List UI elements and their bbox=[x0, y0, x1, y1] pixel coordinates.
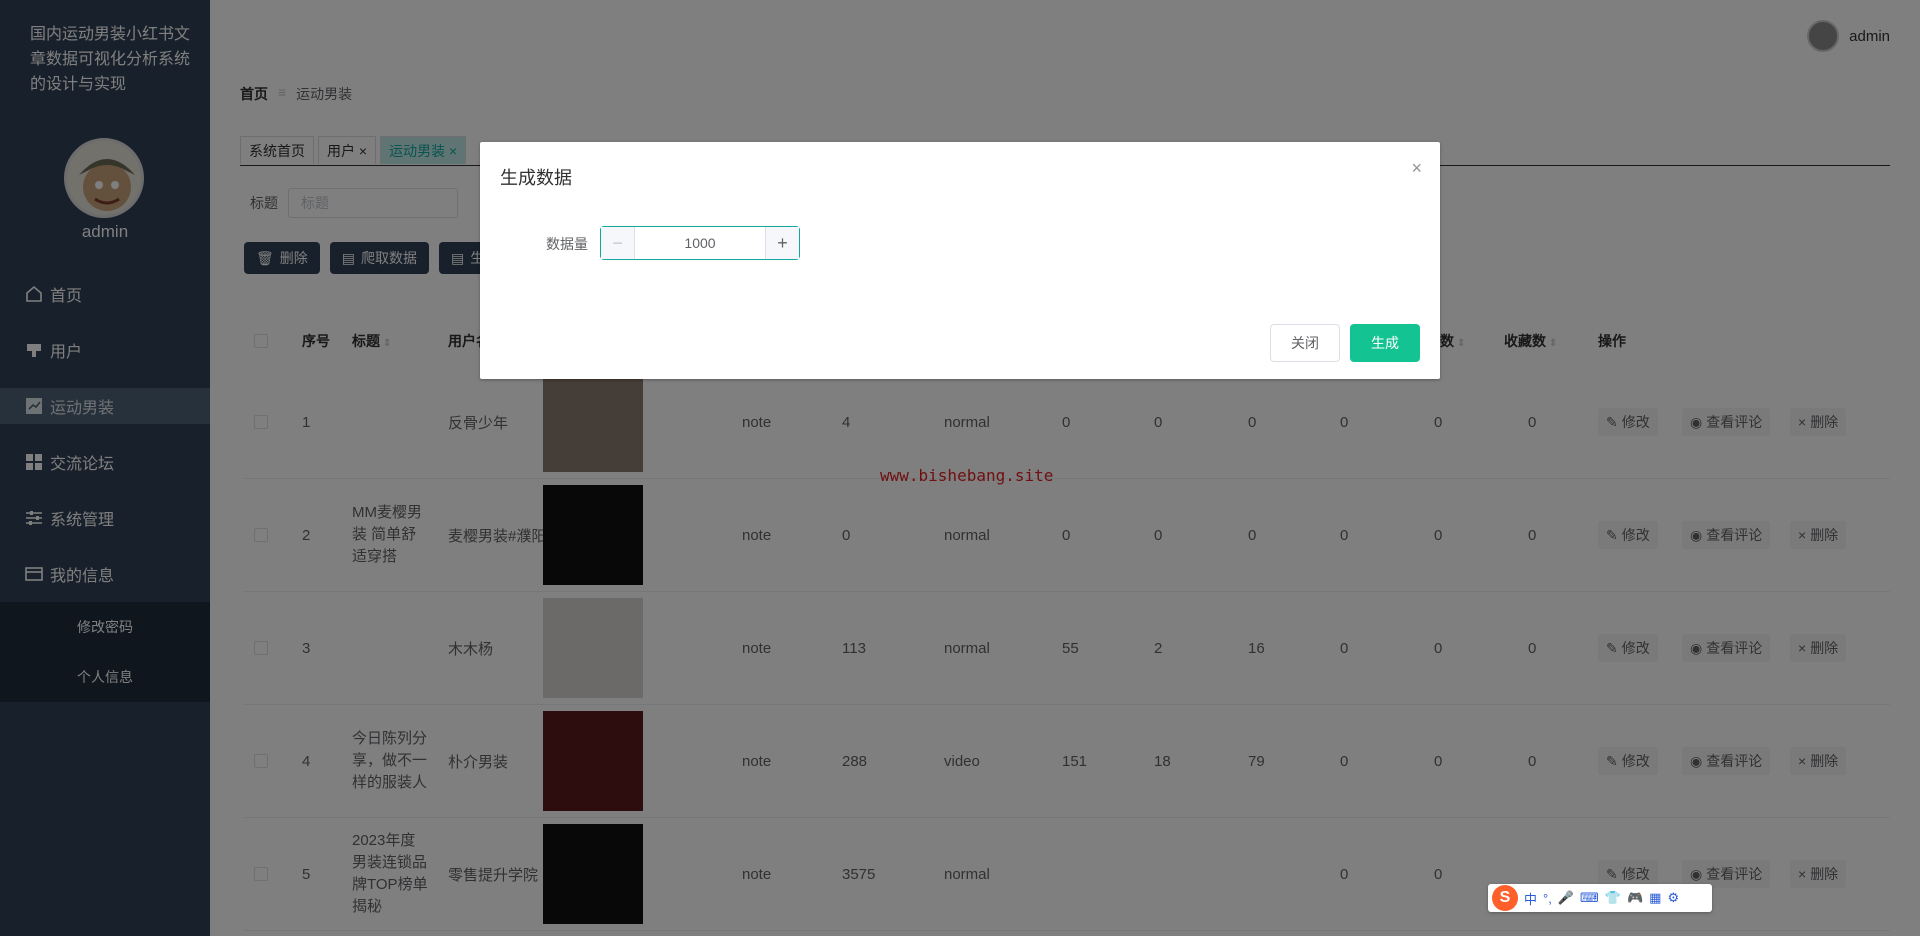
data-amount-input[interactable]: 1000 bbox=[635, 227, 765, 259]
apps-icon[interactable]: ▦ bbox=[1649, 890, 1661, 906]
close-icon[interactable]: × bbox=[1411, 158, 1422, 179]
microphone-icon[interactable]: 🎤 bbox=[1558, 890, 1574, 906]
ime-toolbar: S 中 °, 🎤 ⌨ 👕 🎮 ▦ ⚙ bbox=[1488, 884, 1712, 912]
data-amount-stepper[interactable]: − 1000 + bbox=[600, 226, 800, 260]
app: 国内运动男装小红书文章数据可视化分析系统的设计与实现 admin 首页 用户 运… bbox=[0, 0, 1920, 936]
dialog-title: 生成数据 bbox=[500, 168, 572, 188]
gamepad-icon[interactable]: 🎮 bbox=[1627, 890, 1643, 906]
ime-punctuation-toggle[interactable]: °, bbox=[1543, 891, 1552, 906]
generate-data-dialog: 生成数据 × 数据量 − 1000 + 关闭 生成 bbox=[480, 142, 1440, 379]
keyboard-icon[interactable]: ⌨ bbox=[1580, 890, 1599, 906]
decrement-button[interactable]: − bbox=[601, 227, 635, 259]
skin-icon[interactable]: 👕 bbox=[1605, 890, 1621, 906]
dialog-close-button[interactable]: 关闭 bbox=[1270, 324, 1340, 362]
ime-language-toggle[interactable]: 中 bbox=[1524, 889, 1537, 908]
increment-button[interactable]: + bbox=[765, 227, 799, 259]
dialog-generate-button[interactable]: 生成 bbox=[1350, 324, 1420, 362]
modal-overlay[interactable] bbox=[0, 0, 1920, 936]
data-amount-label: 数据量 bbox=[546, 236, 588, 252]
settings-icon[interactable]: ⚙ bbox=[1667, 890, 1679, 906]
ime-logo[interactable]: S bbox=[1492, 885, 1518, 911]
